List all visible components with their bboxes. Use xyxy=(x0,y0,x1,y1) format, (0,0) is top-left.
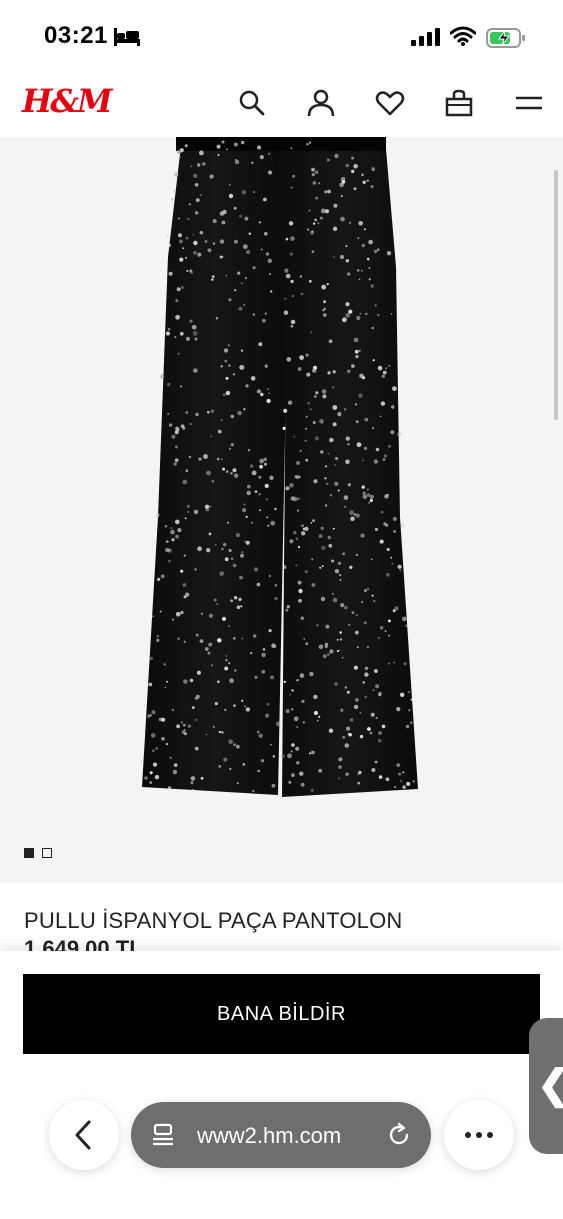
product-price: 1.649,00 TL xyxy=(24,936,143,952)
brand-logo[interactable]: H&M xyxy=(22,82,113,120)
reload-icon[interactable] xyxy=(385,1121,413,1149)
search-icon[interactable] xyxy=(237,88,267,118)
back-arrow-icon xyxy=(75,1120,91,1150)
menu-icon[interactable] xyxy=(514,88,544,118)
chevron-left-icon: ❮ xyxy=(537,1062,563,1108)
browser-more-button[interactable] xyxy=(444,1100,514,1170)
more-icon xyxy=(465,1132,493,1138)
cellular-signal-icon xyxy=(411,28,440,46)
product-image-gallery[interactable] xyxy=(0,137,563,883)
side-drawer-handle[interactable]: ❮ xyxy=(529,1018,563,1154)
gallery-dot-1[interactable] xyxy=(24,848,34,858)
battery-charging-icon xyxy=(486,28,525,48)
product-image[interactable] xyxy=(0,137,563,883)
product-title: PULLU İSPANYOL PAÇA PANTOLON xyxy=(24,908,403,933)
browser-url-bar[interactable]: www2.hm.com xyxy=(131,1102,431,1168)
notify-me-button[interactable]: BANA BİLDİR xyxy=(23,974,540,1054)
page-scrollbar[interactable] xyxy=(554,170,558,420)
account-icon[interactable] xyxy=(306,88,336,118)
reader-mode-icon[interactable] xyxy=(151,1122,177,1148)
status-bar: 03:21 xyxy=(0,0,563,74)
gallery-dot-2[interactable] xyxy=(42,848,52,858)
heart-icon[interactable] xyxy=(375,88,405,118)
gallery-pagination xyxy=(24,845,60,863)
browser-url-text[interactable]: www2.hm.com xyxy=(197,1123,341,1149)
bag-icon[interactable] xyxy=(444,88,474,118)
browser-back-button[interactable] xyxy=(49,1100,119,1170)
sleep-mode-icon xyxy=(114,28,140,46)
status-time: 03:21 xyxy=(44,22,108,49)
site-header: H&M xyxy=(0,74,563,137)
wifi-icon xyxy=(450,26,476,46)
